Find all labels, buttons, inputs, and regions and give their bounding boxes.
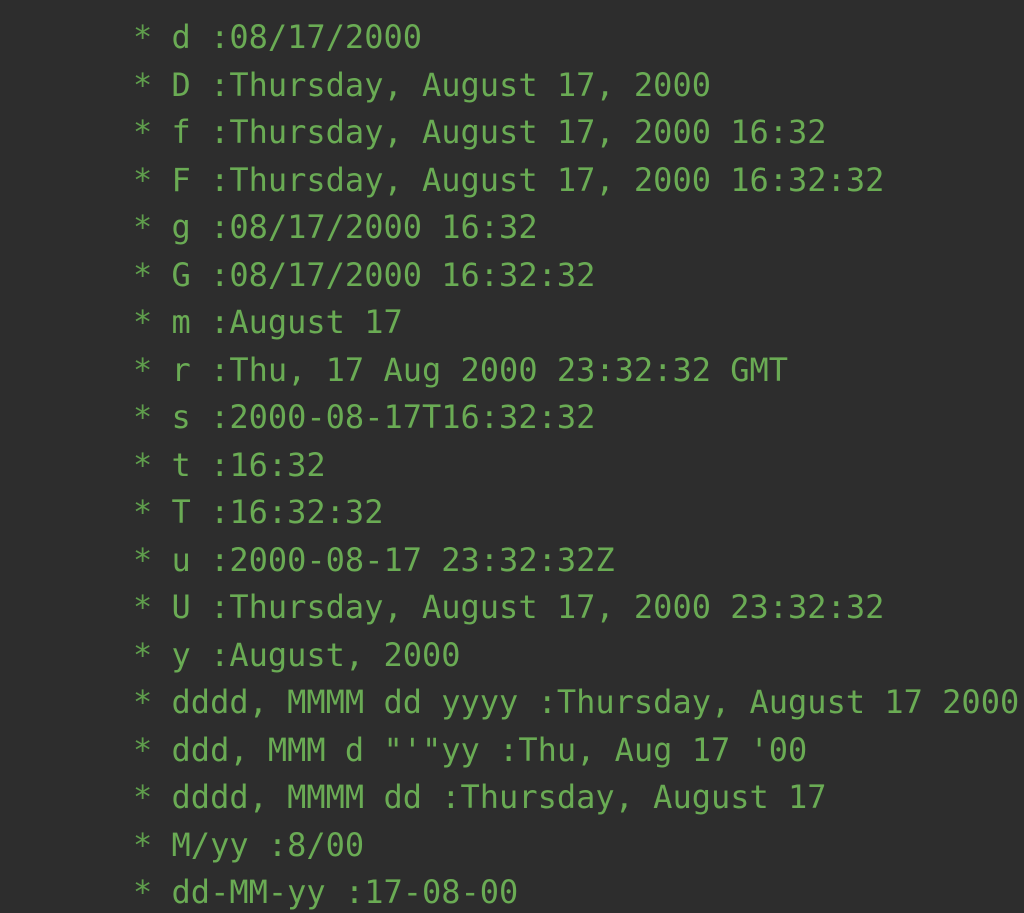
doc-comment-line: * M/yy :8/00: [0, 822, 1024, 870]
formatted-date-value: Thu, Aug 17 '00: [518, 730, 808, 769]
separator-colon: :: [537, 683, 557, 721]
doc-comment-line: * dd-MM-yy :17-08-00: [0, 869, 1024, 913]
format-specifier: dddd, MMMM dd: [171, 778, 442, 816]
doc-comment-line: * r :Thu, 17 Aug 2000 23:32:32 GMT: [0, 347, 1024, 395]
format-specifier: U: [171, 588, 211, 626]
comment-bullet-asterisk: *: [133, 445, 153, 484]
comment-bullet-asterisk: *: [133, 493, 153, 531]
formatted-date-value: Thursday, August 17 2000: [556, 683, 1020, 721]
doc-comment-line: * t :16:32: [0, 442, 1024, 490]
comment-bullet-asterisk: *: [133, 635, 153, 674]
formatted-date-value: Thursday, August 17, 2000 16:32:32: [229, 160, 885, 199]
doc-comment-line: * m :August 17: [0, 299, 1024, 347]
doc-comment-block: * d :08/17/2000 * D :Thursday, August 17,…: [0, 0, 1024, 913]
comment-bullet-asterisk: *: [133, 255, 153, 294]
comment-bullet-asterisk: *: [133, 113, 153, 151]
separator-colon: :: [499, 730, 519, 769]
separator-colon: :: [210, 303, 230, 341]
format-specifier: m: [171, 303, 211, 341]
doc-comment-line: * U :Thursday, August 17, 2000 23:32:32: [0, 584, 1024, 632]
comment-bullet-asterisk: *: [133, 208, 153, 246]
doc-comment-line: * d :08/17/2000: [0, 14, 1024, 62]
format-specifier: dd-MM-yy: [171, 873, 345, 911]
format-specifier: r: [171, 350, 211, 389]
doc-comment-line: * y :August, 2000: [0, 632, 1024, 680]
separator-colon: :: [210, 588, 230, 626]
separator-colon: :: [267, 825, 288, 864]
doc-comment-line: * T :16:32:32: [0, 489, 1024, 537]
format-specifier: T: [171, 493, 211, 531]
separator-colon: :: [344, 873, 365, 911]
formatted-date-value: Thursday, August 17, 2000 23:32:32: [229, 588, 885, 626]
format-specifier: t: [171, 445, 211, 484]
format-specifier: s: [171, 398, 211, 436]
comment-bullet-asterisk: *: [133, 350, 153, 389]
formatted-date-value: 2000-08-17T16:32:32: [229, 398, 596, 436]
format-specifier: f: [171, 113, 211, 151]
formatted-date-value: Thursday, August 17, 2000: [229, 65, 711, 104]
format-specifier: ddd, MMM d "'"yy: [171, 730, 500, 769]
screenshot-root: * d :08/17/2000 * D :Thursday, August 17,…: [0, 0, 1024, 913]
formatted-date-value: 2000-08-17 23:32:32Z: [229, 540, 615, 579]
formatted-date-value: Thursday, August 17, 2000 16:32: [229, 113, 827, 151]
comment-bullet-asterisk: *: [133, 873, 153, 911]
doc-comment-line: * ddd, MMM d "'"yy :Thu, Aug 17 '00: [0, 727, 1024, 775]
formatted-date-value: August, 2000: [229, 635, 461, 674]
doc-comment-line: * dddd, MMMM dd yyyy :Thursday, August 1…: [0, 679, 1024, 727]
separator-colon: :: [210, 65, 230, 104]
separator-colon: :: [210, 635, 230, 674]
format-specifier: dddd, MMMM dd yyyy: [171, 683, 538, 721]
formatted-date-value: 08/17/2000 16:32:32: [229, 255, 596, 294]
formatted-date-value: Thursday, August 17: [460, 778, 827, 816]
doc-comment-line: * G :08/17/2000 16:32:32: [0, 252, 1024, 300]
format-specifier: d: [171, 18, 211, 56]
separator-colon: :: [210, 493, 230, 531]
format-specifier: G: [171, 255, 211, 294]
comment-bullet-asterisk: *: [133, 160, 153, 199]
doc-comment-line: * u :2000-08-17 23:32:32Z: [0, 537, 1024, 585]
format-specifier: g: [171, 208, 211, 246]
separator-colon: :: [210, 113, 230, 151]
separator-colon: :: [210, 350, 230, 389]
formatted-date-value: 17-08-00: [364, 873, 519, 911]
formatted-date-value: 08/17/2000 16:32: [229, 208, 538, 246]
comment-bullet-asterisk: *: [133, 65, 153, 104]
comment-bullet-asterisk: *: [133, 825, 153, 864]
comment-bullet-asterisk: *: [133, 540, 153, 579]
format-specifier: y: [171, 635, 211, 674]
doc-comment-line: * F :Thursday, August 17, 2000 16:32:32: [0, 157, 1024, 205]
formatted-date-value: Thu, 17 Aug 2000 23:32:32 GMT: [229, 350, 789, 389]
comment-bullet-asterisk: *: [133, 778, 153, 816]
format-specifier: F: [171, 160, 211, 199]
format-specifier: u: [171, 540, 211, 579]
formatted-date-value: 16:32:32: [229, 493, 384, 531]
doc-comment-line: * D :Thursday, August 17, 2000: [0, 62, 1024, 110]
comment-bullet-asterisk: *: [133, 398, 153, 436]
format-specifier: M/yy: [171, 825, 268, 864]
comment-bullet-asterisk: *: [133, 683, 153, 721]
formatted-date-value: 8/00: [287, 825, 365, 864]
separator-colon: :: [210, 208, 230, 246]
separator-colon: :: [210, 255, 230, 294]
doc-comment-line: * s :2000-08-17T16:32:32: [0, 394, 1024, 442]
formatted-date-value: August 17: [229, 303, 403, 341]
comment-bullet-asterisk: *: [133, 730, 153, 769]
separator-colon: :: [210, 398, 230, 436]
comment-bullet-asterisk: *: [133, 18, 153, 56]
comment-bullet-asterisk: *: [133, 588, 153, 626]
doc-comment-line: * g :08/17/2000 16:32: [0, 204, 1024, 252]
separator-colon: :: [210, 160, 230, 199]
formatted-date-value: 08/17/2000: [229, 18, 422, 56]
doc-comment-line: * f :Thursday, August 17, 2000 16:32: [0, 109, 1024, 157]
separator-colon: :: [210, 18, 230, 56]
format-specifier: D: [171, 65, 211, 104]
comment-bullet-asterisk: *: [133, 303, 153, 341]
separator-colon: :: [441, 778, 461, 816]
doc-comment-line: * dddd, MMMM dd :Thursday, August 17: [0, 774, 1024, 822]
formatted-date-value: 16:32: [229, 445, 326, 484]
separator-colon: :: [210, 540, 230, 579]
separator-colon: :: [210, 445, 230, 484]
